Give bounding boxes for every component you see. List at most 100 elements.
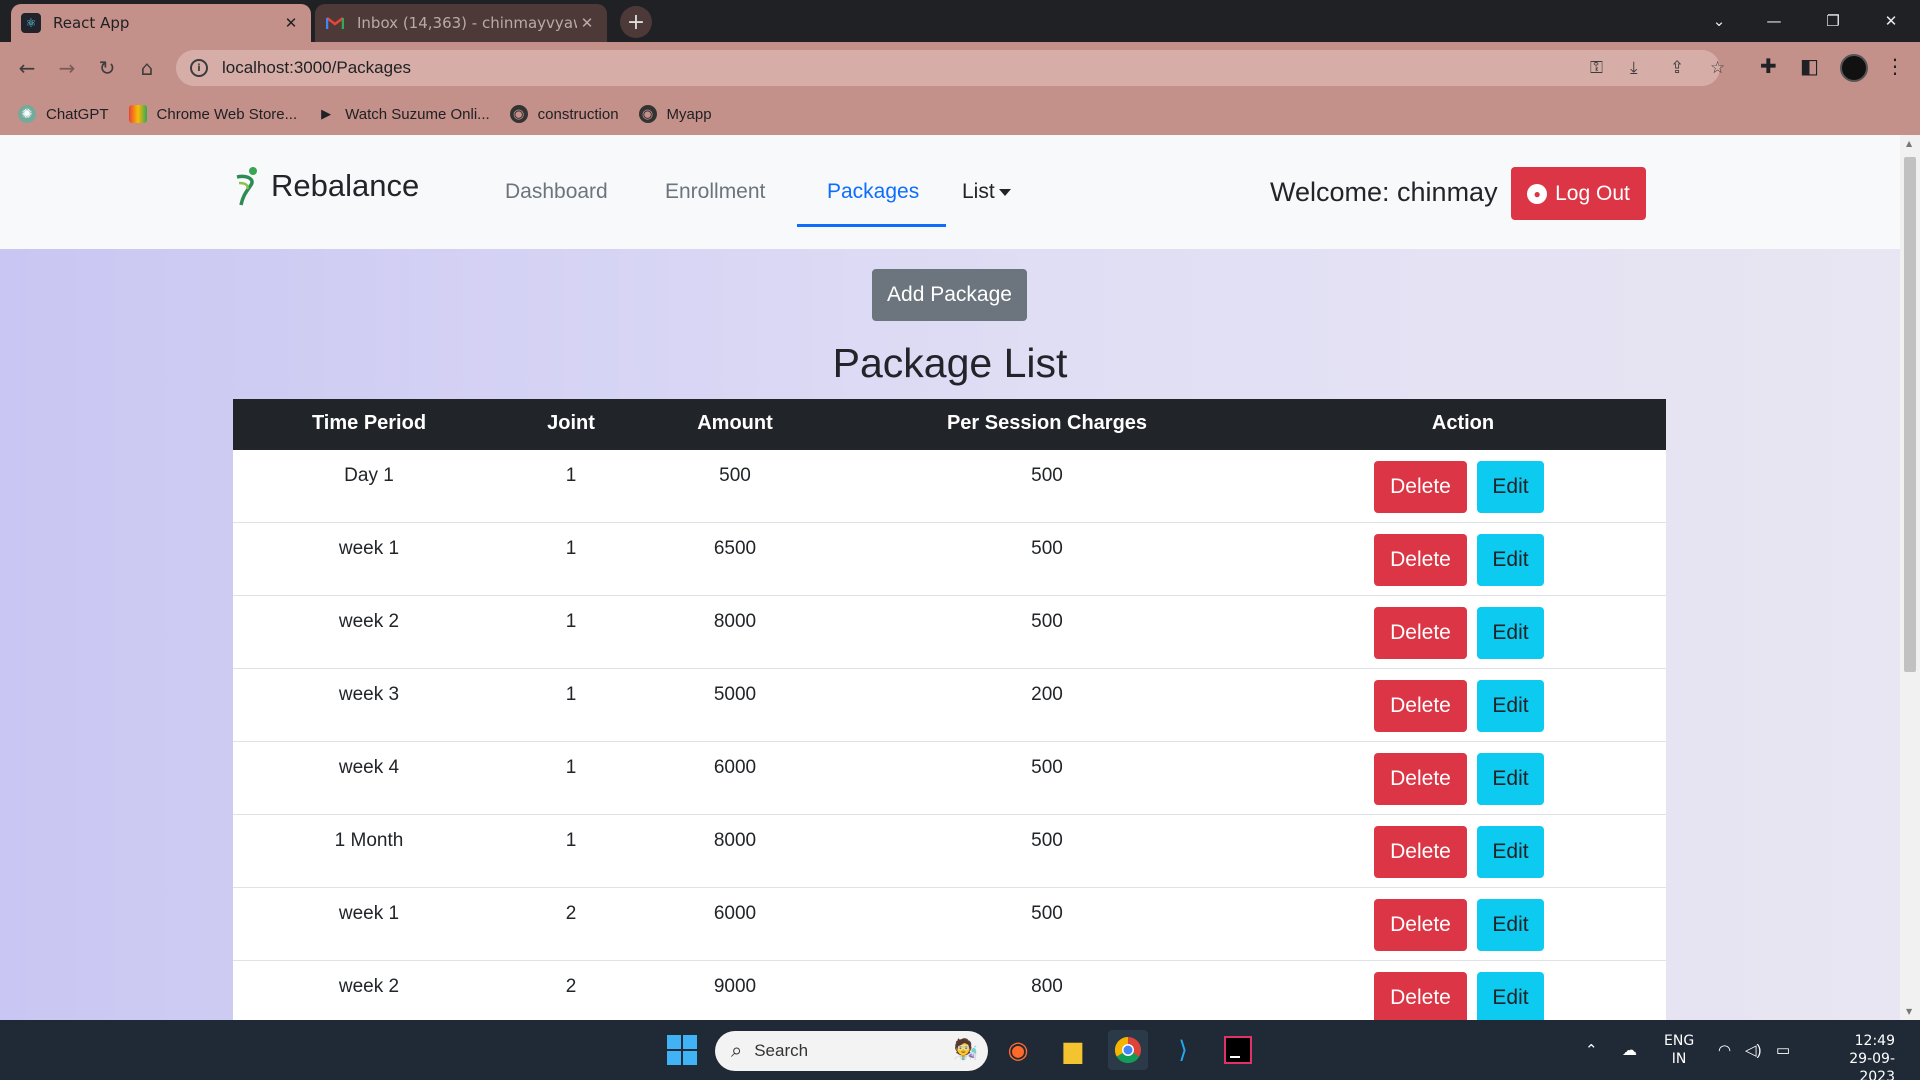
forward-arrow-icon[interactable]: → [52, 53, 82, 83]
table-row: week 3 1 5000 200 Delete Edit [233, 669, 1666, 742]
play-icon: ▶ [321, 106, 332, 121]
tab-search-icon[interactable]: ⌄ [1694, 0, 1744, 42]
nav-packages[interactable]: Packages [827, 180, 919, 204]
table-row: week 2 1 8000 500 Delete Edit [233, 596, 1666, 669]
delete-button[interactable]: Delete [1374, 461, 1467, 513]
wifi-icon[interactable]: ◠ [1718, 1020, 1731, 1080]
minimize-icon[interactable]: — [1749, 0, 1799, 42]
cell-time-period: week 2 [338, 976, 400, 997]
cell-amount: 5000 [713, 684, 757, 705]
delete-button[interactable]: Delete [1374, 534, 1467, 586]
add-package-button[interactable]: Add Package [872, 269, 1027, 321]
reload-icon[interactable]: ↻ [92, 53, 122, 83]
share-icon[interactable]: ⇪ [1670, 58, 1684, 78]
volume-icon[interactable]: ◁) [1745, 1020, 1762, 1080]
install-icon[interactable]: ⤓ [1630, 58, 1638, 78]
cell-per-session-charges: 500 [1031, 611, 1063, 632]
cell-time-period: 1 Month [334, 830, 404, 851]
chevron-up-icon[interactable]: ⌃ [1585, 1020, 1598, 1080]
intellij-icon[interactable] [1218, 1030, 1258, 1070]
brand[interactable]: Rebalance [233, 165, 419, 207]
home-icon[interactable]: ⌂ [132, 53, 162, 83]
bookmark-chrome-web-store[interactable]: Chrome Web Store... [128, 105, 297, 123]
column-header-time-period: Time Period [311, 412, 427, 434]
profile-avatar[interactable] [1840, 54, 1868, 82]
key-icon[interactable]: ⚿ [1590, 58, 1603, 78]
bookmark-suzume[interactable]: ▶ Watch Suzume Onli... [317, 105, 490, 123]
table-row: week 1 1 6500 500 Delete Edit [233, 523, 1666, 596]
column-header-joint: Joint [547, 412, 595, 434]
delete-button[interactable]: Delete [1374, 753, 1467, 805]
side-panel-icon[interactable]: ◧ [1800, 54, 1819, 78]
search-highlight-icon: 🧑‍🔬 [953, 1039, 978, 1061]
back-arrow-icon[interactable]: ← [12, 53, 42, 83]
menu-kebab-icon[interactable]: ⋮ [1885, 54, 1905, 78]
vscode-icon[interactable]: ⟩ [1163, 1030, 1203, 1070]
onedrive-cloud-icon[interactable]: ☁ [1622, 1020, 1637, 1080]
new-tab-button[interactable]: + [620, 6, 652, 38]
table-row: week 2 2 9000 800 Delete Edit [233, 961, 1666, 1020]
window-close-icon[interactable]: ✕ [1866, 0, 1916, 42]
bookmark-label: ChatGPT [46, 105, 109, 123]
page-title: Package List [832, 340, 1068, 386]
taskbar-search[interactable]: ⌕ Search 🧑‍🔬 [715, 1031, 988, 1071]
close-icon[interactable]: ✕ [281, 14, 301, 32]
edit-button[interactable]: Edit [1477, 753, 1544, 805]
logout-label: Log Out [1555, 181, 1630, 205]
chrome-icon[interactable] [1108, 1030, 1148, 1070]
table-row: week 1 2 6000 500 Delete Edit [233, 888, 1666, 961]
address-bar[interactable]: i localhost:3000/Packages ⚿ ⤓ ⇪ ☆ [176, 50, 1725, 86]
extensions-icon[interactable]: ✚ [1760, 54, 1777, 78]
nav-list-dropdown[interactable]: List [962, 180, 1011, 204]
bookmark-construction[interactable]: ◉ construction [509, 105, 619, 123]
delete-button[interactable]: Delete [1374, 607, 1467, 659]
scroll-up-icon[interactable]: ▲ [1906, 139, 1912, 148]
compass-app-icon[interactable]: ◉ [998, 1030, 1038, 1070]
cell-amount: 8000 [713, 611, 757, 632]
close-icon[interactable]: ✕ [577, 14, 597, 32]
cell-amount: 6000 [713, 757, 757, 778]
clock-date: 29-09-2023 [1849, 1051, 1895, 1080]
table-row: week 4 1 6000 500 Delete Edit [233, 742, 1666, 815]
cell-per-session-charges: 500 [1031, 465, 1063, 486]
cell-joint: 1 [565, 830, 577, 851]
site-info-icon[interactable]: i [190, 59, 208, 77]
cell-amount: 6500 [713, 538, 757, 559]
logout-button[interactable]: ● Log Out [1511, 167, 1646, 220]
edit-button[interactable]: Edit [1477, 826, 1544, 878]
tab-inbox[interactable]: Inbox (14,363) - chinmayvyawah ✕ [315, 4, 607, 42]
delete-button[interactable]: Delete [1374, 899, 1467, 951]
nav-dashboard[interactable]: Dashboard [505, 180, 608, 204]
cell-joint: 1 [565, 757, 577, 778]
bookmark-chatgpt[interactable]: ✺ ChatGPT [18, 105, 109, 123]
battery-icon[interactable]: ▭ [1776, 1020, 1790, 1080]
clock[interactable]: 12:49 29-09-2023 [1815, 1032, 1895, 1080]
caret-down-icon [998, 188, 1011, 196]
file-explorer-icon[interactable]: ▆ [1053, 1030, 1093, 1070]
delete-button[interactable]: Delete [1374, 972, 1467, 1020]
edit-button[interactable]: Edit [1477, 899, 1544, 951]
edit-button[interactable]: Edit [1477, 461, 1544, 513]
browser-toolbar: ← → ↻ ⌂ i localhost:3000/Packages ⚿ ⤓ ⇪ … [0, 42, 1920, 93]
app-navbar: Rebalance Dashboard Enrollment Packages … [0, 135, 1900, 249]
delete-button[interactable]: Delete [1374, 826, 1467, 878]
tab-react-app[interactable]: ⚛ React App ✕ [11, 4, 311, 42]
active-nav-indicator [797, 224, 946, 227]
delete-button[interactable]: Delete [1374, 680, 1467, 732]
edit-button[interactable]: Edit [1477, 972, 1544, 1020]
language-indicator[interactable]: ENG IN [1664, 1032, 1694, 1068]
scroll-down-icon[interactable]: ▼ [1906, 1007, 1912, 1016]
package-table: Time Period Joint Amount Per Session Cha… [233, 399, 1666, 1020]
bookmark-star-icon[interactable]: ☆ [1710, 58, 1725, 78]
bookmark-myapp[interactable]: ◉ Myapp [638, 105, 712, 123]
edit-button[interactable]: Edit [1477, 680, 1544, 732]
cell-time-period: week 1 [338, 538, 400, 559]
edit-button[interactable]: Edit [1477, 534, 1544, 586]
nav-enrollment[interactable]: Enrollment [665, 180, 765, 204]
start-button[interactable] [662, 1030, 702, 1070]
restore-icon[interactable]: ❐ [1808, 0, 1858, 42]
scrollbar-thumb[interactable] [1904, 157, 1916, 672]
page-scrollbar[interactable]: ▲ ▼ [1900, 135, 1920, 1020]
column-header-amount: Amount [697, 412, 773, 434]
edit-button[interactable]: Edit [1477, 607, 1544, 659]
